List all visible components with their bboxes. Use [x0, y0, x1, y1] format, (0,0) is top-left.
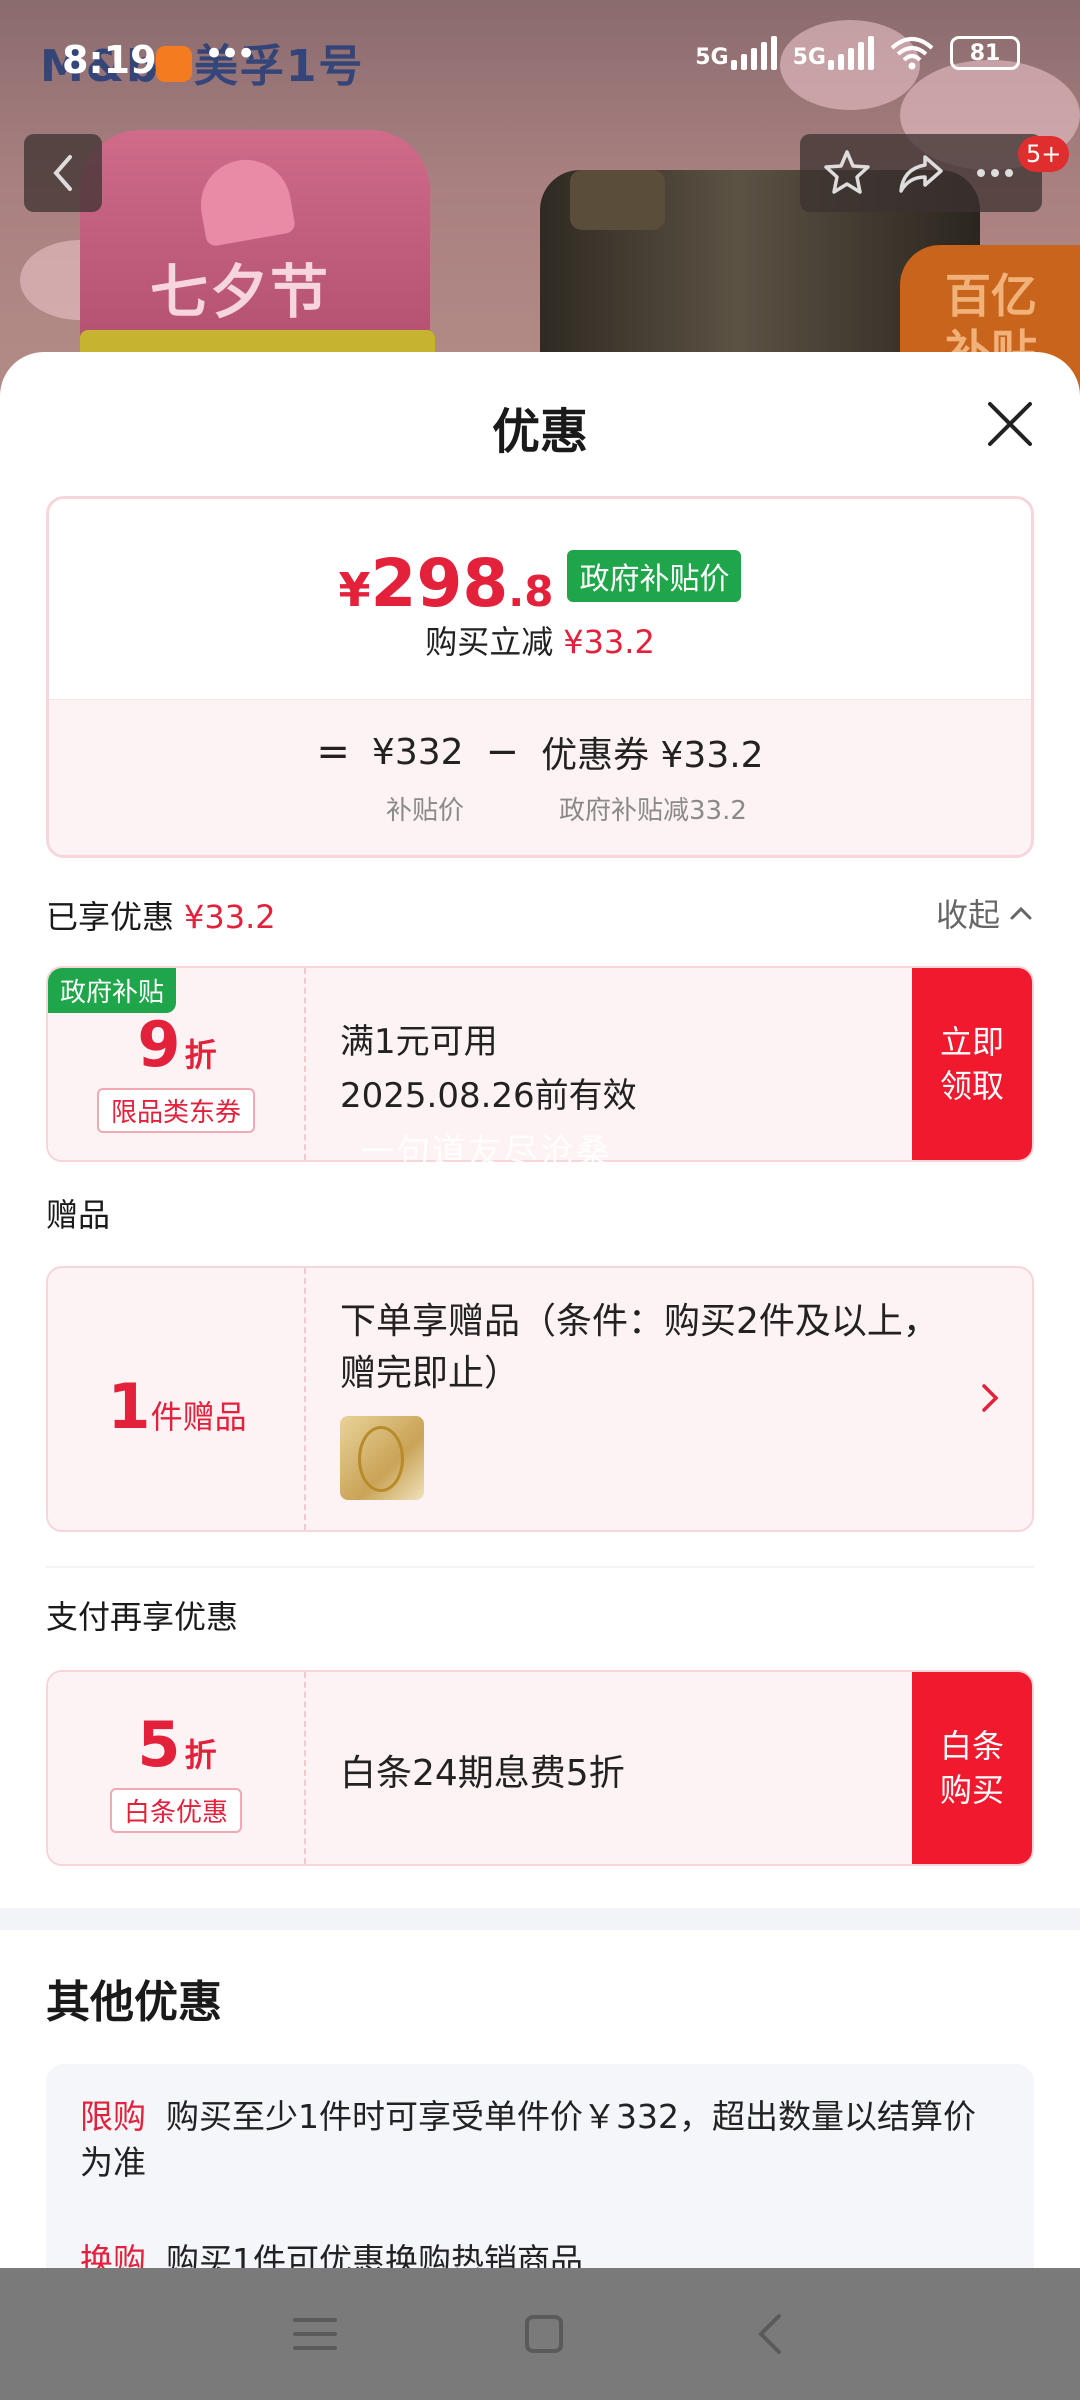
coupon-amount: 优惠券 ¥33.2	[541, 735, 764, 776]
more-notifications-icon: •••	[204, 34, 256, 74]
more-icon[interactable]	[969, 147, 1021, 199]
base-price-label: 补贴价	[386, 796, 465, 826]
gift-description: 下单享赠品（条件：购买2件及以上，赠完即止）	[340, 1301, 939, 1394]
status-bar: M&bil美孚1号 8:19 ••• 5G 5G 81	[0, 0, 1080, 120]
gift-count: 1件赠品	[107, 1370, 247, 1443]
gov-subsidy-price-tag: 政府补贴价	[567, 549, 742, 602]
share-icon[interactable]	[895, 147, 947, 199]
sheet-title: 优惠	[491, 404, 588, 460]
payment-section-title: 支付再享优惠	[46, 1598, 239, 1636]
chevron-right-icon	[982, 1384, 999, 1412]
chevron-up-icon	[1010, 906, 1032, 920]
gift-thumbnail[interactable]	[340, 1416, 424, 1500]
top-action-bar	[800, 134, 1042, 212]
app-notification-icon	[156, 46, 192, 82]
close-icon[interactable]	[980, 394, 1040, 454]
payment-discount: 5折	[137, 1708, 217, 1781]
back-button[interactable]	[24, 134, 102, 212]
other-discounts-title: 其他优惠	[46, 1977, 222, 2028]
baitiao-buy-button[interactable]: 白条购买	[912, 1672, 1032, 1864]
baitiao-tag: 白条优惠	[109, 1788, 243, 1833]
gift-card[interactable]: 1件赠品 下单享赠品（条件：购买2件及以上，赠完即止）	[46, 1266, 1034, 1532]
coupon-discount: 9折	[137, 1008, 217, 1081]
exchange-purchase-row[interactable]: 换购 购买1件可优惠换购热销商品	[80, 2238, 980, 2268]
network-type-1: 5G	[695, 45, 729, 70]
wifi-icon	[890, 37, 934, 70]
price-summary: ¥ 298 .8 政府补贴价 购买立减 ¥33.2 = ¥332 − 优惠券 ¥3…	[46, 496, 1034, 858]
gift-section-title: 赠品	[46, 1196, 111, 1234]
coupon-validity: 2025.08.26前有效	[340, 1076, 637, 1116]
coupon-category-tag: 限品类东券	[96, 1088, 256, 1133]
clock: 8:19	[62, 38, 157, 82]
purchase-limit-row: 限购 购买至少1件时可享受单件价￥332，超出数量以结算价为准	[80, 2097, 976, 2182]
gov-subsidy-tag: 政府补贴	[48, 968, 177, 1013]
coupon-label: 政府补贴减33.2	[559, 796, 747, 826]
watermark-text: 一句道友尽沧桑	[360, 1132, 612, 1172]
payment-card: 5折 白条优惠 白条24期息费5折 白条购买	[46, 1670, 1034, 1866]
final-price: ¥ 298 .8 政府补贴价	[49, 545, 1031, 622]
other-discounts-box: 限购 购买至少1件时可享受单件价￥332，超出数量以结算价为准 换购 购买1件可优惠…	[46, 2064, 1034, 2268]
menu-icon[interactable]	[291, 2312, 339, 2356]
coupon-condition: 满1元可用	[340, 1022, 498, 1062]
battery-icon: 81	[950, 36, 1020, 70]
chevron-left-icon	[53, 155, 72, 191]
claim-coupon-button[interactable]: 立即领取	[912, 968, 1032, 1160]
signal-icon	[730, 36, 777, 70]
price-formula: = ¥332 − 优惠券 ¥33.2 补贴价 政府补贴减33.2	[49, 699, 1031, 855]
festival-text: 七夕节	[150, 258, 331, 326]
instant-reduction: 购买立减 ¥33.2	[425, 623, 655, 661]
home-icon[interactable]	[522, 2312, 566, 2356]
notification-badge: 5+	[1018, 136, 1070, 172]
network-type-2: 5G	[792, 45, 826, 70]
enjoyed-discount-title: 已享优惠 ¥33.2	[46, 898, 276, 936]
payment-description: 白条24期息费5折	[340, 1753, 625, 1794]
base-price: ¥332	[371, 731, 464, 773]
star-icon[interactable]	[821, 147, 873, 199]
signal-icon	[828, 36, 874, 70]
discount-sheet: 优惠 ¥ 298 .8 政府补贴价 购买立减 ¥33.2 = ¥332 − 优惠券…	[0, 352, 1080, 2268]
back-nav-icon[interactable]	[749, 2310, 789, 2358]
system-navigation-bar	[0, 2268, 1080, 2400]
collapse-button[interactable]: 收起	[936, 890, 1034, 936]
